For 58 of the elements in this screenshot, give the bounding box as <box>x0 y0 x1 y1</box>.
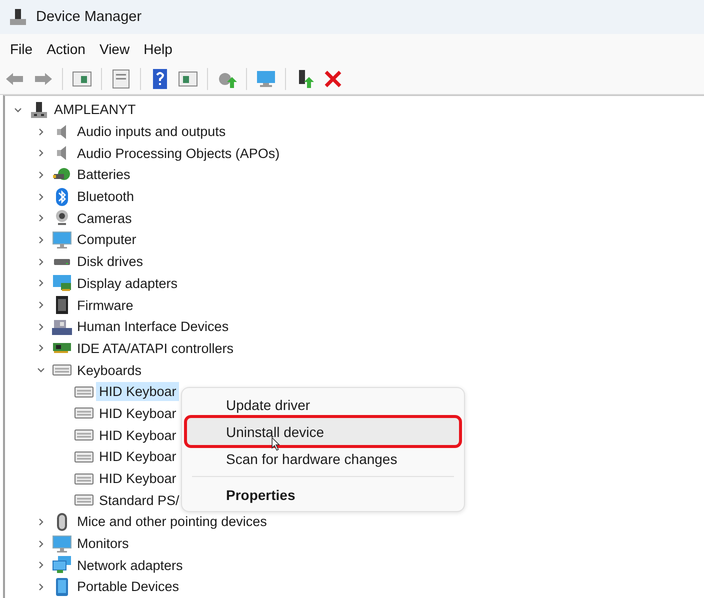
tree-item[interactable]: Cameras <box>74 208 135 228</box>
tree-item[interactable]: HID Keyboar <box>96 404 180 423</box>
display-adapter-icon <box>52 274 72 292</box>
menu-item[interactable]: File <box>4 38 39 60</box>
tree-item[interactable]: Display adapters <box>74 274 181 293</box>
tree-item[interactable]: HID Keyboar <box>96 469 180 488</box>
tree-item[interactable]: Bluetooth <box>74 187 138 206</box>
monitor-scan-icon[interactable] <box>255 68 277 90</box>
expand-chevron-icon[interactable] <box>36 213 46 224</box>
tree-item[interactable]: Audio inputs and outputs <box>74 122 229 142</box>
expand-chevron-icon[interactable] <box>36 256 46 267</box>
expand-chevron-icon[interactable] <box>36 192 46 202</box>
monitor-icon <box>52 230 72 249</box>
menu-item[interactable]: View <box>93 38 136 60</box>
close-icon[interactable] <box>322 68 344 90</box>
expand-chevron-icon[interactable] <box>36 322 46 332</box>
tree-item[interactable]: Firmware <box>74 296 136 315</box>
properties-sheet-icon[interactable] <box>110 68 132 90</box>
expand-chevron-icon[interactable] <box>36 582 46 592</box>
computer-tower-icon <box>29 100 49 119</box>
tree-item[interactable]: Keyboards <box>74 360 145 380</box>
tree-item[interactable]: Batteries <box>74 165 134 184</box>
menu-item[interactable]: Help <box>138 38 178 60</box>
tree-item[interactable]: Disk drives <box>74 252 146 272</box>
context-menu-item[interactable]: Properties <box>187 481 459 508</box>
mouse-pointer-icon <box>271 437 281 451</box>
expand-chevron-icon[interactable] <box>36 343 46 354</box>
tree-item[interactable]: Monitors <box>74 534 132 554</box>
tree-item[interactable]: AMPLEANYT <box>51 100 139 120</box>
expand-chevron-icon[interactable] <box>36 126 46 137</box>
context-menu-item[interactable]: Scan for hardware changes <box>187 445 459 472</box>
tree-item[interactable]: Human Interface Devices <box>74 317 232 336</box>
device-manager-icon <box>8 8 28 26</box>
expand-chevron-icon[interactable] <box>36 278 46 288</box>
expand-chevron-icon[interactable] <box>36 234 46 245</box>
tree-item[interactable]: Network adapters <box>74 556 186 575</box>
expand-chevron-icon[interactable] <box>36 170 46 180</box>
tree-item[interactable]: IDE ATA/ATAPI controllers <box>74 338 237 358</box>
tree-item[interactable]: Mice and other pointing devices <box>74 512 270 532</box>
expand-chevron-icon[interactable] <box>36 560 46 570</box>
context-menu-item[interactable]: Update driver <box>187 391 459 418</box>
expand-chevron-icon[interactable] <box>36 300 46 310</box>
expand-chevron-icon[interactable] <box>36 516 46 527</box>
disk-drive-icon <box>52 258 72 265</box>
tree-item[interactable]: Standard PS/ <box>96 490 182 510</box>
menu-item[interactable]: Action <box>40 38 92 60</box>
tree-item[interactable]: Portable Devices <box>74 577 182 596</box>
tree-item[interactable]: HID Keyboar <box>96 426 180 445</box>
tree-item[interactable]: Computer <box>74 230 140 250</box>
network-adapter-icon <box>52 556 72 574</box>
tree-item[interactable]: HID Keyboar <box>96 447 180 466</box>
tree-item[interactable]: HID Keyboar <box>96 382 180 402</box>
window-title: Device Manager <box>36 9 142 25</box>
input-device-icon <box>52 318 72 336</box>
expand-chevron-icon[interactable] <box>36 148 46 158</box>
tree-item[interactable]: Audio Processing Objects (APOs) <box>74 144 283 163</box>
monitor-icon <box>52 534 72 553</box>
expand-chevron-icon[interactable] <box>36 538 46 549</box>
